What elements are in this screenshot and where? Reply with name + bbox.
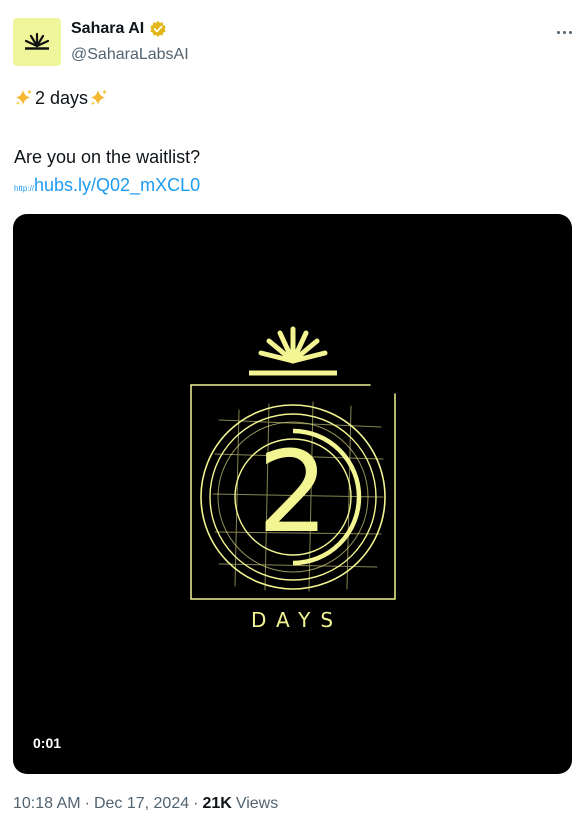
video-duration: 0:01 <box>33 735 62 751</box>
countdown-number: 2 <box>257 428 329 558</box>
countdown-caption: DAYS <box>250 608 344 632</box>
sunburst-logo-icon <box>258 326 328 364</box>
tweet-line-1: 2 days <box>14 87 109 109</box>
tweet-line-1-text: 2 days <box>35 88 89 108</box>
tweet-line-2: Are you on the waitlist? <box>14 147 201 167</box>
author-display-name[interactable]: Sahara AI <box>71 20 144 38</box>
views-label: Views <box>235 795 279 812</box>
video-player[interactable]: 2 DAYS 0:01 <box>13 214 572 774</box>
link-prefix: http:// <box>14 184 35 193</box>
sahara-logo-icon <box>24 32 50 50</box>
sparkles-icon <box>16 89 32 106</box>
tweet-time[interactable]: 10:18 AM <box>13 795 81 813</box>
tweet-link[interactable]: http:// hubs.ly/Q02_mXCL0 <box>14 175 200 196</box>
author-name-row: Sahara AI <box>71 20 167 38</box>
views-count: 21K <box>202 795 232 812</box>
author-handle[interactable]: @SaharaLabsAI <box>71 46 189 64</box>
tweet-date[interactable]: Dec 17, 2024 <box>94 795 189 813</box>
more-options-icon[interactable] <box>552 22 576 42</box>
link-text[interactable]: hubs.ly/Q02_mXCL0 <box>34 175 200 196</box>
sparkles-icon <box>91 89 108 106</box>
separator: · <box>84 795 90 812</box>
verified-badge-icon <box>150 20 166 37</box>
separator: · <box>193 795 199 812</box>
tweet-footer: 10:18 AM · Dec 17, 2024 · 21K Views <box>13 795 278 813</box>
avatar[interactable] <box>13 18 61 66</box>
